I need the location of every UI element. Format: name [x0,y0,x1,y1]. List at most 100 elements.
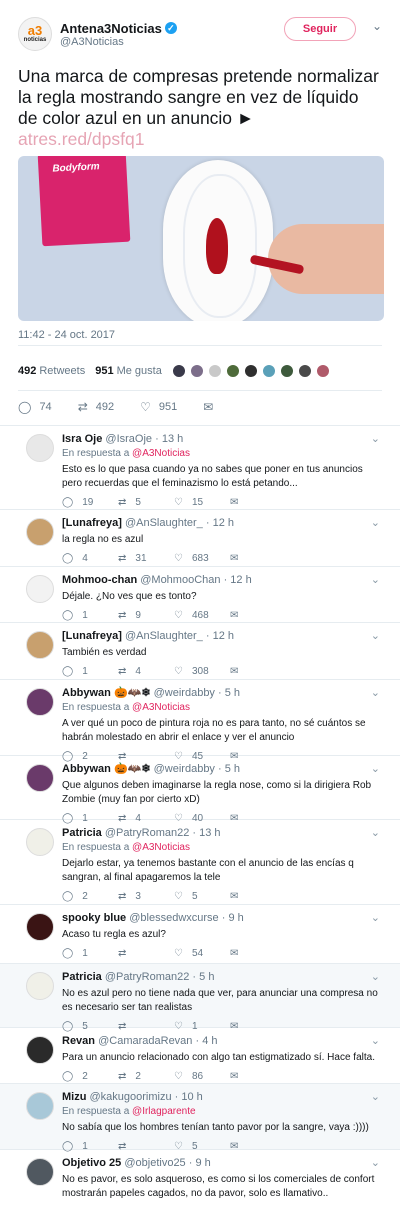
likes-label[interactable]: Me gusta [117,365,162,377]
reply-author-name[interactable]: Abbywan 🎃🦇❄ [62,687,151,699]
retweet-button[interactable]: ⇄ 31 [118,553,174,564]
like-button[interactable]: ♡ 86 [174,1071,230,1082]
in-reply-handle[interactable]: @A3Noticias [132,448,190,459]
like-button[interactable]: ♡ 308 [174,666,230,677]
avatar[interactable] [26,631,54,659]
reply-author-name[interactable]: Objetivo 25 [62,1157,121,1169]
dm-button[interactable]: ✉ [230,666,286,677]
avatar[interactable] [26,1092,54,1120]
reply-button[interactable]: ◯ 1 [62,610,118,621]
retweets-label[interactable]: Retweets [39,365,85,377]
reply-author-name[interactable]: Revan [62,1035,95,1047]
chevron-down-icon[interactable]: ⌄ [371,573,380,586]
in-reply-handle[interactable]: @A3Noticias [132,842,190,853]
tweet-media-image[interactable]: Bodyform [18,156,384,321]
dm-button[interactable]: ✉ [203,400,221,414]
chevron-down-icon[interactable]: ⌄ [371,516,380,529]
retweet-button[interactable]: ⇄ 2 [118,1071,174,1082]
reply-author-handle[interactable]: @AnSlaughter_ [125,517,203,529]
reply-author-handle[interactable]: @weirdabby [154,763,215,775]
reply-tweet[interactable]: Revan @CamaradaRevan · 4 h ⌄ Para un anunc… [0,1028,400,1084]
chevron-down-icon[interactable]: ⌄ [371,432,380,445]
reply-time[interactable]: · 4 h [195,1035,217,1047]
reply-author-name[interactable]: Mohmoo-chan [62,574,137,586]
liker-avatar[interactable] [207,364,222,378]
reply-author-name[interactable]: [Lunafreya] [62,630,122,642]
reply-author-name[interactable]: Abbywan 🎃🦇❄ [62,763,151,775]
dm-button[interactable]: ✉ [230,891,286,902]
liker-avatar[interactable] [279,364,294,378]
avatar[interactable] [26,913,54,941]
retweet-button[interactable]: ⇄ 5 [118,497,174,508]
reply-time[interactable]: · 13 h [155,433,183,445]
retweets-count[interactable]: 492 [18,365,36,377]
reply-button[interactable]: ◯ 19 [62,497,118,508]
reply-author-handle[interactable]: @PatryRoman22 [105,827,190,839]
liker-avatar[interactable] [261,364,276,378]
liker-avatar[interactable] [297,364,312,378]
reply-button[interactable]: ◯ 2 [62,1071,118,1082]
reply-author-name[interactable]: [Lunafreya] [62,517,122,529]
avatar[interactable]: a3 noticias [18,17,52,51]
avatar[interactable] [26,764,54,792]
liker-avatar[interactable] [171,364,186,378]
retweet-button[interactable]: ⇄ [118,948,174,959]
author-name-row[interactable]: Antena3Noticias ✓ [60,21,177,36]
chevron-down-icon[interactable]: ⌄ [372,19,382,33]
reply-button[interactable]: ◯ 1 [62,666,118,677]
chevron-down-icon[interactable]: ⌄ [371,1156,380,1169]
reply-button[interactable]: ◯ 4 [62,553,118,564]
avatar[interactable] [26,1158,54,1186]
reply-tweet[interactable]: Objetivo 25 @objetivo25 · 9 h ⌄ No es pavo… [0,1150,400,1205]
avatar[interactable] [26,434,54,462]
dm-button[interactable]: ✉ [230,553,286,564]
like-button[interactable]: ♡ 468 [174,610,230,621]
reply-tweet[interactable]: Patricia @PatryRoman22 · 5 h ⌄ No es azul … [0,964,400,1032]
in-reply-handle[interactable]: @Irlagparente [132,1106,196,1117]
chevron-down-icon[interactable]: ⌄ [371,1090,380,1103]
dm-button[interactable]: ✉ [230,1071,286,1082]
reply-author-handle[interactable]: @MohmooChan [140,574,220,586]
avatar[interactable] [26,575,54,603]
reply-tweet[interactable]: Abbywan 🎃🦇❄ @weirdabby · 5 h ⌄ Que algunos… [0,756,400,824]
retweet-button[interactable]: ⇄ 3 [118,891,174,902]
reply-time[interactable]: · 9 h [189,1157,211,1169]
reply-tweet[interactable]: Abbywan 🎃🦇❄ @weirdabby · 5 h ⌄ En respuest… [0,680,400,762]
reply-tweet[interactable]: [Lunafreya] @AnSlaughter_ · 12 h ⌄ También… [0,623,400,680]
like-button[interactable]: ♡ 54 [174,948,230,959]
tweet-timestamp[interactable]: 11:42 - 24 oct. 2017 [18,329,382,345]
reply-button[interactable]: ◯ 2 [62,891,118,902]
liker-avatar[interactable] [315,364,330,378]
like-button[interactable]: ♡ 951 [140,400,177,414]
reply-time[interactable]: · 9 h [222,912,244,924]
chevron-down-icon[interactable]: ⌄ [371,686,380,699]
dm-button[interactable]: ✉ [230,948,286,959]
reply-tweet[interactable]: Isra Oje @IsraOje · 13 h ⌄ En respuesta a … [0,426,400,510]
reply-author-handle[interactable]: @blessedwxcurse [129,912,218,924]
liker-avatar[interactable] [243,364,258,378]
like-button[interactable]: ♡ 5 [174,891,230,902]
reply-tweet[interactable]: Mohmoo-chan @MohmooChan · 12 h ⌄ Déjale. ¿… [0,567,400,623]
chevron-down-icon[interactable]: ⌄ [371,629,380,642]
reply-tweet[interactable]: Patricia @PatryRoman22 · 13 h ⌄ En respues… [0,820,400,905]
reply-tweet[interactable]: spooky blue @blessedwxcurse · 9 h ⌄ Acaso … [0,905,400,964]
reply-time[interactable]: · 5 h [218,687,240,699]
chevron-down-icon[interactable]: ⌄ [371,911,380,924]
reply-time[interactable]: · 12 h [206,630,234,642]
reply-button[interactable]: ◯ 74 [18,400,52,414]
reply-time[interactable]: · 5 h [218,763,240,775]
in-reply-handle[interactable]: @A3Noticias [132,702,190,713]
liker-avatar[interactable] [189,364,204,378]
dm-button[interactable]: ✉ [230,497,286,508]
reply-author-handle[interactable]: @kakugoorimizu [90,1091,172,1103]
avatar[interactable] [26,828,54,856]
reply-author-name[interactable]: Patricia [62,827,102,839]
reply-author-handle[interactable]: @AnSlaughter_ [125,630,203,642]
reply-author-name[interactable]: Mizu [62,1091,86,1103]
liker-avatar[interactable] [225,364,240,378]
reply-tweet[interactable]: [Lunafreya] @AnSlaughter_ · 12 h ⌄ la regl… [0,510,400,567]
reply-author-handle[interactable]: @weirdabby [154,687,215,699]
reply-time[interactable]: · 12 h [206,517,234,529]
reply-author-name[interactable]: Patricia [62,971,102,983]
reply-author-name[interactable]: Isra Oje [62,433,102,445]
